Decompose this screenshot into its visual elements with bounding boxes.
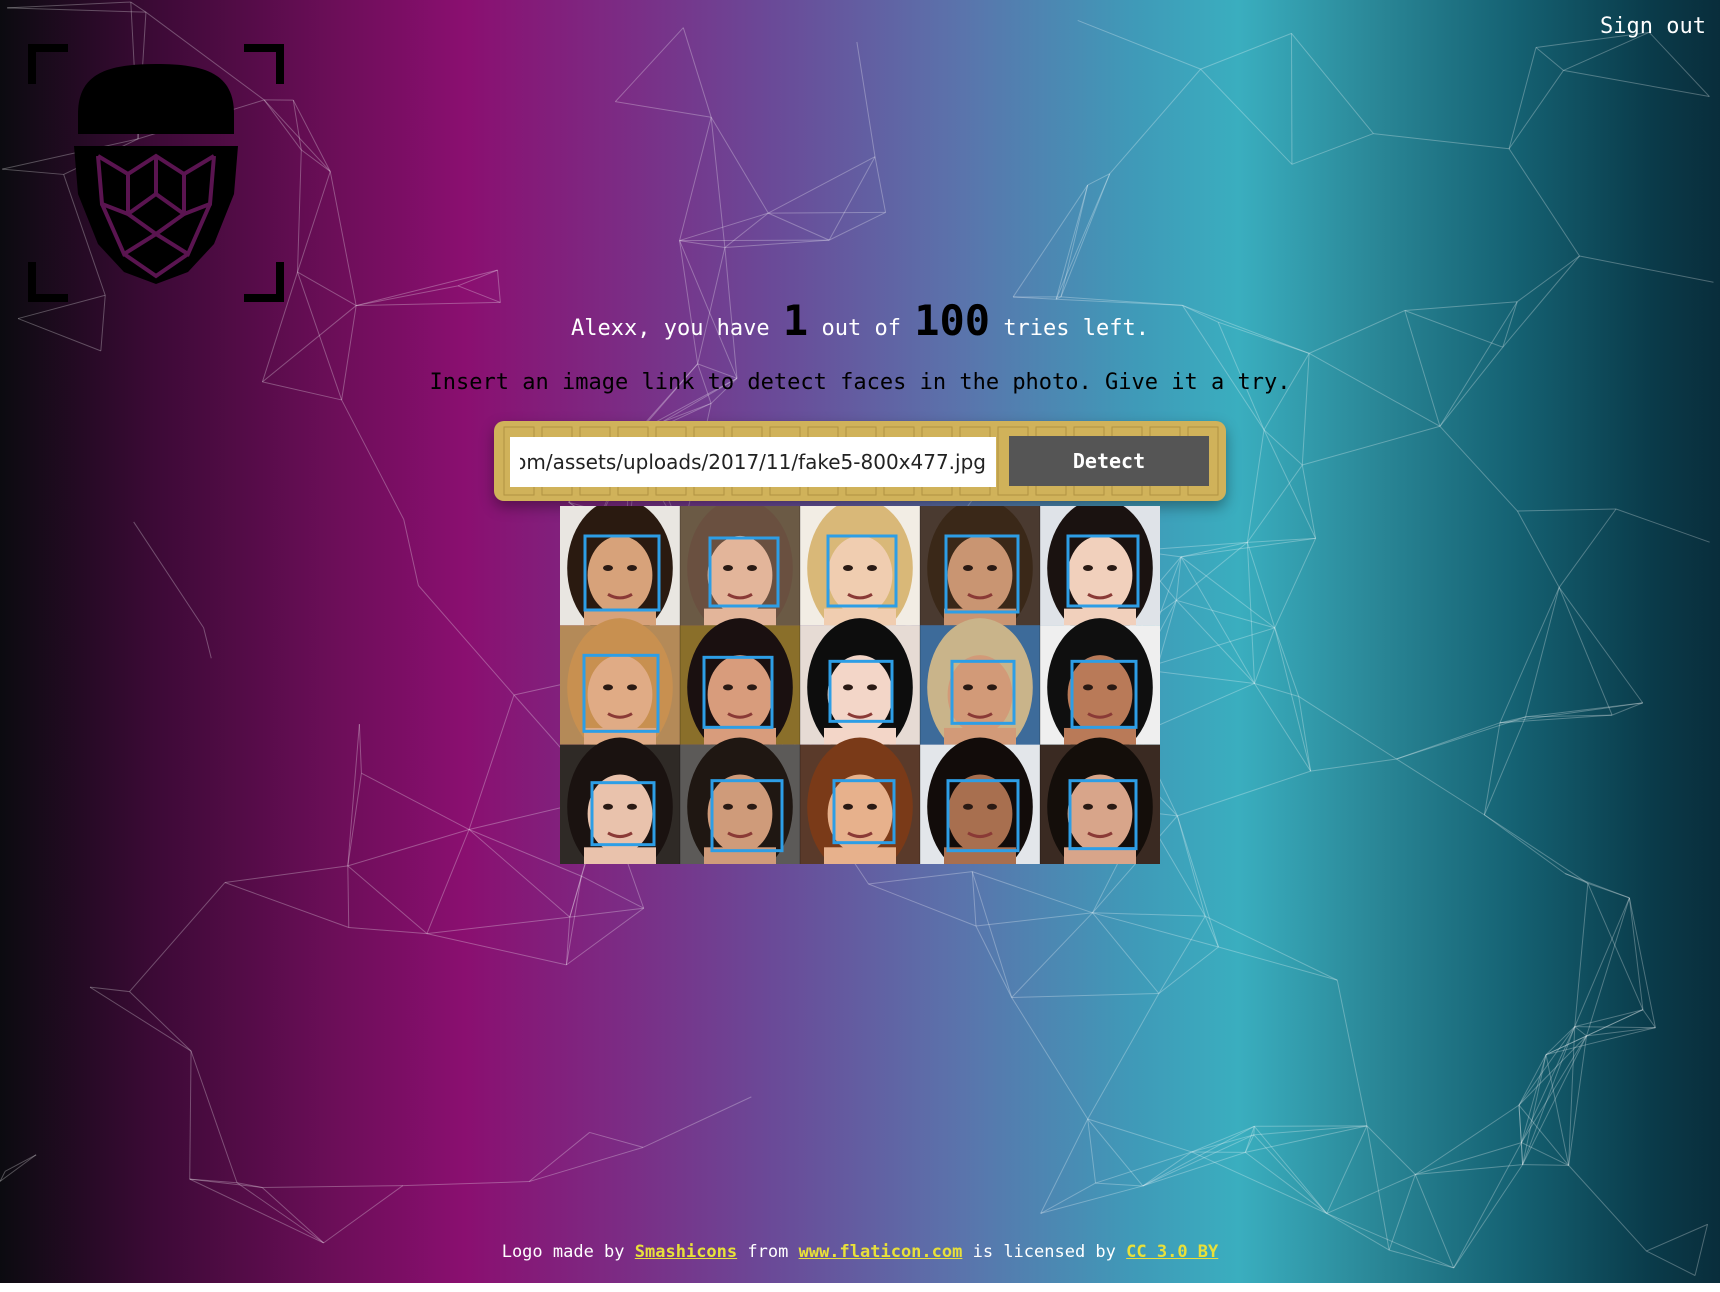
app-background: Sign out Alexx, you have 1 out of 100 tr… — [0, 0, 1720, 1283]
tries-remaining: Alexx, you have 1 out of 100 tries left. — [0, 296, 1720, 345]
face-tile — [800, 618, 920, 757]
rank-suffix: tries left. — [1003, 316, 1150, 341]
face-tile — [920, 737, 1040, 864]
rank-used-count: 1 — [782, 296, 809, 345]
face-tile — [800, 506, 920, 638]
face-tile — [920, 618, 1040, 757]
face-tile — [920, 506, 1040, 638]
face-tile — [1040, 506, 1160, 638]
footer-text-3: is licensed by — [972, 1242, 1116, 1262]
sign-out-link[interactable]: Sign out — [1600, 14, 1706, 39]
flaticon-link[interactable]: www.flaticon.com — [799, 1242, 963, 1262]
license-link[interactable]: CC 3.0 BY — [1126, 1242, 1218, 1262]
attribution-footer: Logo made by Smashicons from www.flatico… — [0, 1242, 1720, 1262]
face-scan-icon — [28, 44, 284, 302]
face-tile — [680, 506, 800, 638]
image-link-form: Detect — [494, 421, 1226, 501]
face-tile — [560, 506, 680, 638]
image-url-input[interactable] — [510, 437, 996, 487]
smashicons-link[interactable]: Smashicons — [635, 1242, 737, 1262]
rank-middle: out of — [821, 316, 901, 341]
footer-text-1: Logo made by — [501, 1242, 625, 1262]
face-tile — [680, 618, 800, 757]
face-tile — [1040, 618, 1160, 757]
face-tile — [1040, 737, 1160, 864]
face-tile — [800, 737, 920, 864]
face-tile — [560, 618, 680, 757]
footer-text-2: from — [747, 1242, 789, 1262]
rank-total-count: 100 — [914, 296, 991, 345]
detection-image — [560, 506, 1160, 864]
instructions-text: Insert an image link to detect faces in … — [429, 370, 1291, 395]
detect-button[interactable]: Detect — [1009, 436, 1209, 486]
rank-prefix: Alexx, you have — [570, 316, 770, 341]
